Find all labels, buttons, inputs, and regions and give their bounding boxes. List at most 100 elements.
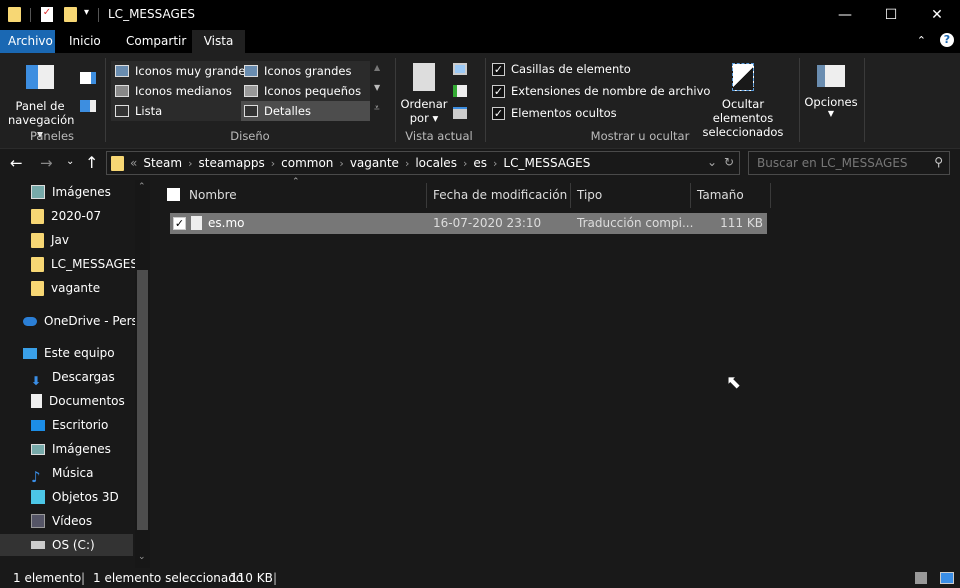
- column-header-date[interactable]: Fecha de modificación: [427, 183, 571, 208]
- checkbox-item-checkboxes[interactable]: ✓ Casillas de elemento: [492, 59, 631, 79]
- layout-small-icons[interactable]: Iconos pequeños: [244, 81, 361, 101]
- breadcrumb-steam[interactable]: Steam: [143, 156, 182, 170]
- details-view-icon[interactable]: [915, 572, 927, 584]
- breadcrumb-steamapps[interactable]: steamapps: [199, 156, 265, 170]
- file-row[interactable]: ✓ es.mo 16-07-2020 23:10 Traducción comp…: [170, 213, 767, 234]
- checkbox-file-extensions[interactable]: ✓ Extensiones de nombre de archivo: [492, 81, 710, 101]
- nav-item-onedrive[interactable]: OneDrive - Perso: [23, 310, 145, 332]
- nav-item-2020-07[interactable]: 2020-07: [31, 205, 101, 227]
- add-columns-icon[interactable]: [453, 85, 467, 97]
- nav-item-objetos-3d[interactable]: Objetos 3D: [31, 486, 119, 508]
- address-dropdown-icon[interactable]: ⌄: [707, 155, 717, 169]
- group-by-icon[interactable]: [453, 63, 467, 75]
- address-bar[interactable]: « Steam › steamapps › common › vagante › loc…: [106, 151, 740, 175]
- status-item-count: 1 elemento: [13, 571, 82, 585]
- folder-icon: [31, 208, 44, 224]
- search-icon: ⚲: [934, 155, 943, 169]
- title-bar: ✓ ▾ LC_MESSAGES — ☐ ✕: [0, 0, 960, 30]
- scroll-up-icon[interactable]: ⌃: [138, 182, 146, 192]
- checkbox-checked-icon[interactable]: ✓: [492, 84, 505, 98]
- close-button[interactable]: ✕: [914, 0, 960, 30]
- nav-item-musica[interactable]: ♪ Música: [31, 462, 94, 486]
- nav-item-vagante[interactable]: vagante: [31, 277, 100, 299]
- layout-list[interactable]: Lista: [115, 101, 162, 121]
- breadcrumb-lc-messages[interactable]: LC_MESSAGES: [503, 156, 590, 170]
- layout-details[interactable]: Detalles: [241, 101, 370, 121]
- overflow-crumbs[interactable]: «: [130, 156, 137, 170]
- new-folder-icon[interactable]: [64, 7, 77, 22]
- search-input[interactable]: Buscar en LC_MESSAGES ⚲: [748, 151, 950, 175]
- breadcrumb-vagante[interactable]: vagante: [350, 156, 399, 170]
- nav-item-lc-messages[interactable]: LC_MESSAGES: [31, 253, 138, 275]
- nav-item-este-equipo[interactable]: Este equipo: [23, 342, 115, 364]
- sidebar-scrollbar[interactable]: ⌃ ⌄: [135, 180, 150, 568]
- breadcrumb-es[interactable]: es: [473, 156, 487, 170]
- nav-item-imagenes-quick[interactable]: Imágenes📌︎: [31, 181, 149, 203]
- row-checkbox[interactable]: ✓: [173, 217, 186, 230]
- breadcrumb-common[interactable]: common: [281, 156, 333, 170]
- layout-large-icons[interactable]: Iconos grandes: [244, 61, 351, 81]
- divider: [98, 8, 99, 22]
- extra-large-icons-icon: [115, 65, 129, 77]
- properties-icon[interactable]: ✓: [41, 7, 53, 22]
- recent-locations-icon[interactable]: ⌄: [66, 156, 74, 167]
- group-label-paneles: Paneles: [29, 129, 75, 143]
- large-icons-view-icon[interactable]: [940, 572, 954, 584]
- up-icon[interactable]: ↑: [85, 153, 98, 172]
- checkbox-hidden-items[interactable]: ✓ Elementos ocultos: [492, 103, 617, 123]
- options-button[interactable]: Opciones ▼: [802, 61, 860, 118]
- tab-inicio[interactable]: Inicio: [61, 30, 109, 53]
- label: Iconos muy grandes: [135, 64, 252, 78]
- select-all-checkbox[interactable]: [167, 188, 180, 201]
- forward-icon[interactable]: →: [40, 154, 53, 172]
- minimize-button[interactable]: —: [822, 0, 868, 30]
- navigation-pane-icon: [26, 65, 54, 89]
- checkbox-checked-icon[interactable]: ✓: [492, 62, 505, 76]
- nav-item-documentos[interactable]: Documentos: [31, 390, 125, 412]
- label: OneDrive - Perso: [44, 314, 146, 328]
- sort-by-button[interactable]: Ordenar por ▾: [400, 61, 448, 125]
- mouse-cursor-icon: ⬉: [726, 372, 742, 393]
- refresh-icon[interactable]: ↻: [724, 155, 734, 169]
- label: Documentos: [49, 394, 125, 408]
- drive-icon: [31, 541, 45, 549]
- label: Este equipo: [44, 346, 115, 360]
- tab-archivo[interactable]: Archivo: [0, 30, 55, 53]
- column-header-name[interactable]: Nombre: [183, 183, 427, 208]
- label: Ocultar elementos: [712, 97, 774, 125]
- gallery-more-icon[interactable]: ⩡: [374, 103, 380, 114]
- gallery-up-icon[interactable]: ▲: [374, 63, 380, 72]
- column-header-size[interactable]: Tamaño: [691, 183, 771, 208]
- tab-vista[interactable]: Vista: [192, 30, 245, 53]
- navigation-pane: Imágenes📌︎ 2020-07 Jav LC_MESSAGES vagan…: [0, 180, 150, 568]
- checkbox-checked-icon[interactable]: ✓: [492, 106, 505, 120]
- collapse-ribbon-icon[interactable]: ⌃: [917, 34, 926, 47]
- column-header-type[interactable]: Tipo: [571, 183, 691, 208]
- layout-medium-icons[interactable]: Iconos medianos: [115, 81, 232, 101]
- nav-item-descargas[interactable]: ⬇ Descargas: [31, 366, 115, 388]
- onedrive-icon: [23, 316, 37, 326]
- navigation-pane-button[interactable]: Panel de navegación ▾: [8, 61, 74, 141]
- nav-item-escritorio[interactable]: Escritorio: [31, 414, 108, 436]
- details-pane-icon[interactable]: [80, 100, 96, 112]
- preview-pane-icon[interactable]: [80, 72, 96, 84]
- nav-item-imagenes[interactable]: Imágenes: [31, 438, 111, 460]
- nav-item-jav[interactable]: Jav: [31, 229, 69, 251]
- back-icon[interactable]: ←: [10, 154, 23, 172]
- hide-selected-icon: [732, 63, 754, 91]
- scrollbar-thumb[interactable]: [137, 270, 148, 530]
- breadcrumb-locales[interactable]: locales: [415, 156, 457, 170]
- customize-toolbar-icon[interactable]: ▾: [84, 7, 89, 18]
- nav-item-os-c[interactable]: OS (C:): [0, 534, 133, 556]
- gallery-down-icon[interactable]: ▼: [374, 83, 380, 92]
- maximize-button[interactable]: ☐: [868, 0, 914, 30]
- label: Música: [52, 466, 94, 480]
- layout-extra-large-icons[interactable]: Iconos muy grandes: [115, 61, 251, 81]
- scroll-down-icon[interactable]: ⌄: [138, 552, 146, 562]
- hide-selected-button[interactable]: Ocultar elementos seleccionados: [694, 61, 792, 139]
- size-columns-icon[interactable]: [453, 107, 467, 119]
- tab-compartir[interactable]: Compartir: [118, 30, 194, 53]
- nav-item-videos[interactable]: Vídeos: [31, 510, 92, 532]
- label: Casillas de elemento: [511, 62, 631, 76]
- help-icon[interactable]: ?: [940, 33, 954, 47]
